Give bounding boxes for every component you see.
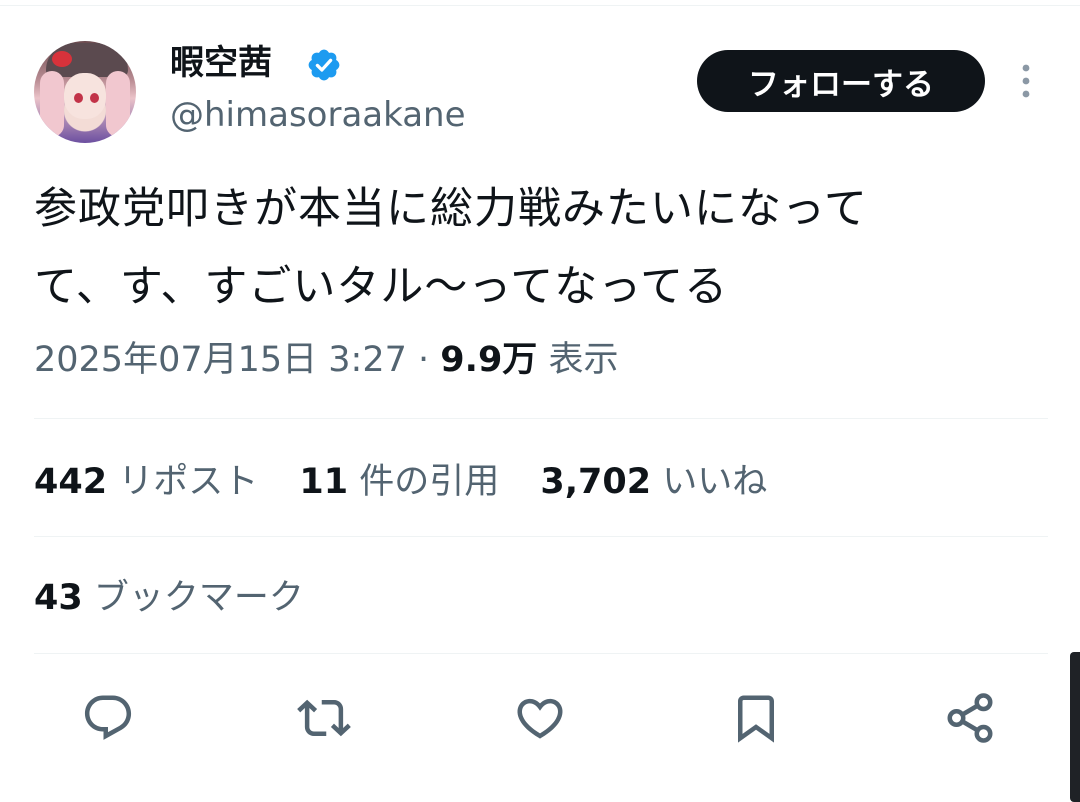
- meta-separator: ·: [418, 340, 430, 380]
- engagement-stats: 442 リポスト 11 件の引用 3,702 いいね: [34, 456, 797, 508]
- view-label: 表示: [548, 340, 619, 380]
- reply-icon: [84, 695, 132, 740]
- bookmark-icon: [738, 695, 774, 743]
- like-stat[interactable]: 3,702 いいね: [540, 462, 767, 502]
- avatar-ribbon: [52, 51, 72, 67]
- share-button[interactable]: [942, 690, 998, 746]
- like-button[interactable]: [512, 690, 568, 746]
- quote-count: 11: [299, 462, 349, 502]
- divider: [34, 536, 1048, 537]
- repost-count: 442: [34, 462, 108, 502]
- repost-icon: [297, 699, 351, 737]
- top-divider: [0, 5, 1080, 6]
- more-options-icon[interactable]: [1012, 62, 1040, 100]
- divider: [34, 418, 1048, 419]
- avatar-hair-right: [106, 71, 130, 137]
- like-label: いいね: [662, 462, 768, 502]
- tweet-meta: 2025年07月15日 3:27 · 9.9万 表示: [34, 335, 618, 385]
- user-handle[interactable]: @himasoraakane: [170, 92, 466, 138]
- like-icon: [517, 698, 563, 739]
- quote-stat[interactable]: 11 件の引用: [299, 462, 510, 502]
- verified-badge-icon: [308, 49, 340, 81]
- bookmark-count: 43: [34, 578, 83, 618]
- bookmark-button[interactable]: [728, 690, 784, 746]
- avatar-face: [64, 73, 106, 119]
- share-icon: [947, 693, 993, 743]
- avatar-hair-left: [40, 71, 64, 137]
- bookmark-label: ブックマーク: [93, 578, 304, 618]
- follow-button[interactable]: フォローする: [697, 50, 985, 112]
- reply-button[interactable]: [80, 690, 136, 746]
- repost-stat[interactable]: 442 リポスト: [34, 462, 269, 502]
- scrollbar[interactable]: [1070, 652, 1080, 802]
- avatar-eye-right: [90, 93, 99, 103]
- repost-button[interactable]: [296, 690, 352, 746]
- like-count: 3,702: [540, 462, 652, 502]
- avatar[interactable]: [34, 41, 136, 143]
- bookmark-stat[interactable]: 43 ブックマーク: [34, 572, 304, 624]
- tweet-text: 参政党叩きが本当に総力戦みたいになって て、す、すごいタル〜ってなってる: [34, 184, 868, 312]
- avatar-eye-left: [74, 93, 83, 103]
- quote-label: 件の引用: [359, 462, 500, 502]
- display-name[interactable]: 暇空茜: [170, 40, 272, 86]
- repost-label: リポスト: [118, 462, 259, 502]
- divider: [34, 653, 1048, 654]
- tweet-timestamp[interactable]: 2025年07月15日 3:27: [34, 340, 407, 380]
- view-count: 9.9万: [440, 340, 538, 380]
